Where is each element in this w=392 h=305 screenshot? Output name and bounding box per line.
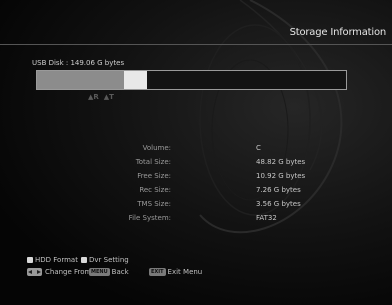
- hdd-format-label: HDD Format: [35, 256, 78, 264]
- legend-record-marker: ▲R: [88, 93, 99, 101]
- info-value: 3.56 G bytes: [256, 200, 301, 208]
- storage-information-screen: Storage Information USB Disk : 149.06 G …: [0, 0, 392, 305]
- info-row-tms-size: TMS Size: 3.56 G bytes: [0, 200, 392, 212]
- disk-used-segment: [37, 71, 125, 89]
- info-value: FAT32: [256, 214, 277, 222]
- info-label: Volume:: [142, 144, 171, 152]
- info-value: C: [256, 144, 261, 152]
- back-label: Back: [111, 268, 129, 276]
- info-row-total-size: Total Size: 48.82 G bytes: [0, 158, 392, 170]
- exit-menu-label: Exit Menu: [167, 268, 203, 276]
- info-value: 7.26 G bytes: [256, 186, 301, 194]
- info-row-file-system: File System: FAT32: [0, 214, 392, 226]
- info-row-rec-size: Rec Size: 7.26 G bytes: [0, 186, 392, 198]
- red-key-icon: [27, 257, 33, 263]
- disk-usage-marker: [124, 71, 147, 89]
- info-label: Rec Size:: [139, 186, 171, 194]
- info-label: TMS Size:: [137, 200, 171, 208]
- left-right-arrows-icon: [27, 268, 42, 276]
- header-divider: [0, 44, 392, 45]
- info-label: File System:: [128, 214, 171, 222]
- exit-key-icon: EXIT: [149, 268, 166, 276]
- usb-disk-label: USB Disk : 149.06 G bytes: [32, 59, 125, 67]
- exit-menu-hint[interactable]: EXIT Exit Menu: [149, 268, 202, 276]
- info-label: Total Size:: [135, 158, 171, 166]
- page-title: Storage Information: [289, 27, 387, 38]
- dvr-setting-hint[interactable]: Dvr Setting: [81, 256, 129, 264]
- menu-key-icon: MENU: [89, 268, 110, 276]
- info-row-free-size: Free Size: 10.92 G bytes: [0, 172, 392, 184]
- info-label: Free Size:: [137, 172, 171, 180]
- disk-usage-legend: ▲R ▲T: [88, 93, 114, 101]
- legend-timeshift-marker: ▲T: [103, 93, 114, 101]
- green-key-icon: [81, 257, 87, 263]
- info-value: 10.92 G bytes: [256, 172, 306, 180]
- back-hint[interactable]: MENU Back: [89, 268, 129, 276]
- hdd-format-hint[interactable]: HDD Format: [27, 256, 78, 264]
- disk-usage-bar: [36, 70, 347, 90]
- info-value: 48.82 G bytes: [256, 158, 306, 166]
- change-from-label: Change From: [45, 268, 92, 276]
- change-from-hint[interactable]: Change From: [27, 268, 91, 276]
- dvr-setting-label: Dvr Setting: [89, 256, 129, 264]
- info-row-volume: Volume: C: [0, 144, 392, 156]
